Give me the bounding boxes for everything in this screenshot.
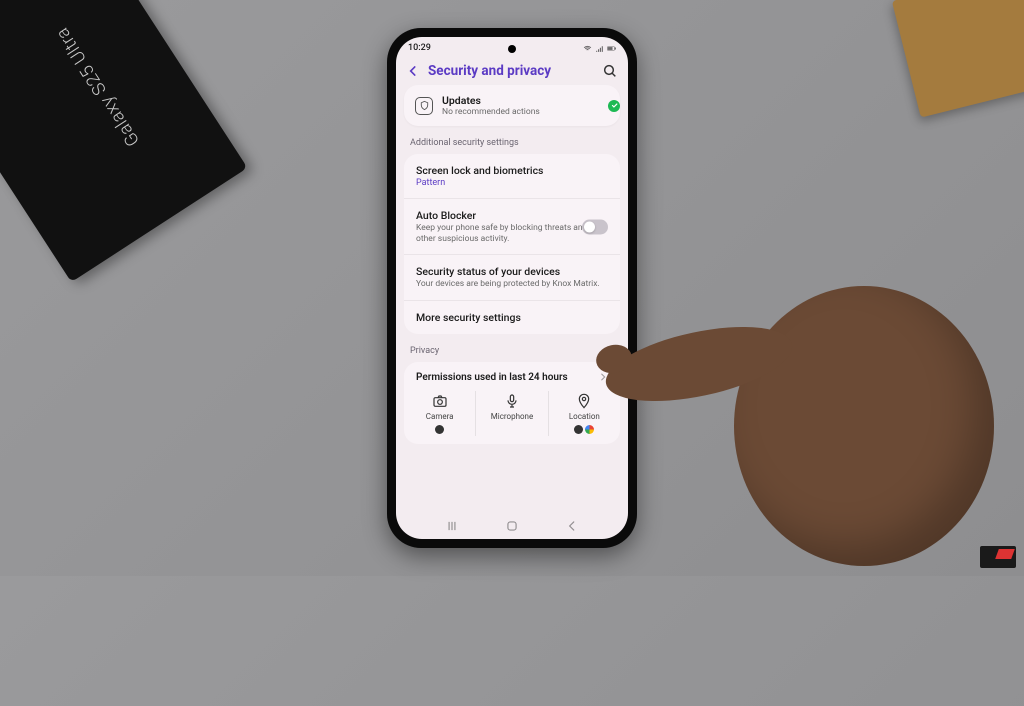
permission-microphone[interactable]: Microphone (475, 391, 547, 436)
phone-screen: 10:29 Security and privacy Updates No re… (396, 37, 628, 539)
row-title: More security settings (416, 311, 608, 324)
product-box: Galaxy S25 Ultra (0, 0, 247, 282)
home-icon[interactable] (505, 519, 519, 533)
permissions-title: Permissions used in last 24 hours (416, 372, 568, 383)
row-security-status[interactable]: Security status of your devices Your dev… (404, 254, 620, 300)
row-title: Security status of your devices (416, 265, 608, 278)
wifi-icon (583, 44, 592, 53)
chevron-right-icon (598, 372, 608, 382)
row-subtitle: Keep your phone safe by blocking threats… (416, 223, 608, 244)
wooden-object (892, 0, 1024, 118)
location-icon (576, 393, 592, 409)
recents-icon[interactable] (445, 519, 459, 533)
phone-frame: 10:29 Security and privacy Updates No re… (387, 28, 637, 548)
app-dot-google (585, 425, 594, 434)
auto-blocker-toggle[interactable] (582, 219, 608, 234)
row-more-security[interactable]: More security settings (404, 300, 620, 334)
row-screen-lock[interactable]: Screen lock and biometrics Pattern (404, 154, 620, 198)
status-time: 10:29 (408, 43, 431, 53)
back-nav-icon[interactable] (565, 519, 579, 533)
camera-hole (508, 45, 516, 53)
microphone-icon (504, 393, 520, 409)
permission-label: Location (553, 412, 616, 421)
additional-settings-list: Screen lock and biometrics Pattern Auto … (404, 154, 620, 334)
app-dot (574, 425, 583, 434)
signal-icon (595, 44, 604, 53)
search-icon[interactable] (602, 63, 618, 79)
product-box-label: Galaxy S25 Ultra (52, 23, 144, 150)
row-title: Auto Blocker (416, 209, 608, 222)
app-dot (435, 425, 444, 434)
watermark (980, 546, 1016, 568)
status-ok-icon (608, 100, 620, 112)
battery-icon (607, 44, 616, 53)
updates-card[interactable]: Updates No recommended actions (404, 85, 620, 126)
permissions-card[interactable]: Permissions used in last 24 hours Camera… (404, 362, 620, 444)
row-title: Screen lock and biometrics (416, 164, 608, 177)
hand-overlay (574, 186, 1024, 706)
row-value: Pattern (416, 178, 608, 188)
page-title: Security and privacy (428, 63, 594, 79)
nav-bar (396, 513, 628, 539)
permission-label: Microphone (480, 412, 543, 421)
updates-title: Updates (442, 94, 540, 107)
row-auto-blocker[interactable]: Auto Blocker Keep your phone safe by blo… (404, 198, 620, 254)
updates-subtitle: No recommended actions (442, 107, 540, 117)
row-subtitle: Your devices are being protected by Knox… (416, 279, 608, 290)
permission-location[interactable]: Location (548, 391, 620, 436)
section-privacy-label: Privacy (404, 342, 620, 362)
back-icon[interactable] (406, 64, 420, 78)
camera-icon (432, 393, 448, 409)
permission-label: Camera (408, 412, 471, 421)
section-additional-label: Additional security settings (404, 134, 620, 154)
page-header: Security and privacy (396, 53, 628, 85)
shield-icon (415, 97, 433, 115)
permission-camera[interactable]: Camera (404, 391, 475, 436)
